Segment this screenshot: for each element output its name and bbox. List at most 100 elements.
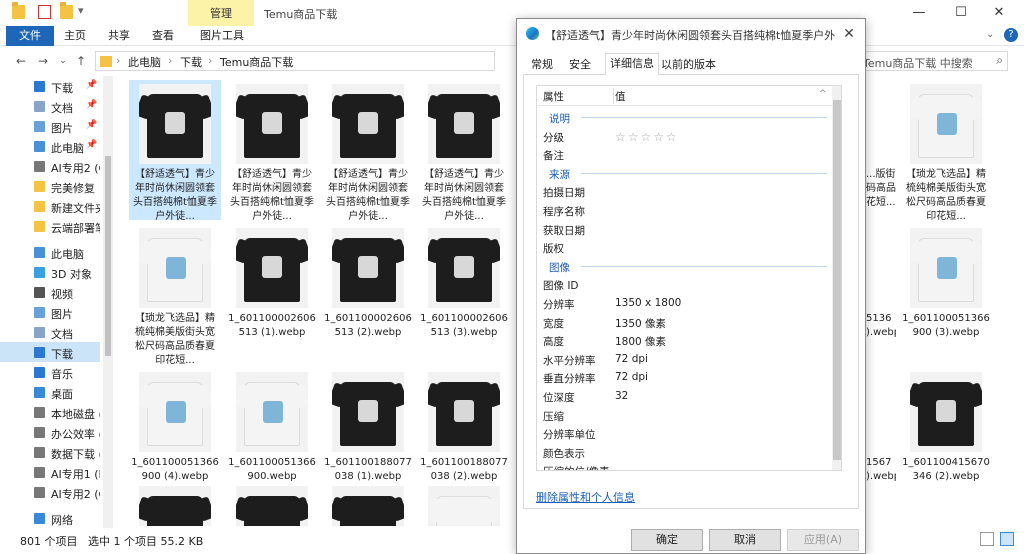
property-row[interactable]: 获取日期 <box>537 220 832 238</box>
sidebar-item[interactable]: 下载 <box>0 342 100 362</box>
recent-locations-icon[interactable]: ⌄ <box>54 52 72 70</box>
cancel-button[interactable]: 取消 <box>709 529 781 551</box>
property-row[interactable]: 版权 <box>537 238 832 256</box>
file-item[interactable]: 【舒适透气】青少年时尚休闲圆领套头百搭纯棉t恤夏季户外徒... <box>322 80 414 222</box>
sidebar-item[interactable]: 办公效率 (I <box>0 422 100 442</box>
properties-quick-icon[interactable] <box>38 5 51 19</box>
sidebar-item[interactable]: 此电脑 <box>0 242 100 262</box>
sidebar-item[interactable]: 3D 对象 <box>0 262 100 282</box>
details-view-icon[interactable] <box>980 532 994 546</box>
dialog-close-button[interactable]: ✕ <box>839 24 859 44</box>
minimize-button[interactable]: — <box>904 3 934 23</box>
property-row[interactable]: 图像 ID <box>537 275 832 293</box>
collapse-up-icon[interactable]: ^ <box>819 89 827 99</box>
tab-home[interactable]: 主页 <box>64 26 86 46</box>
tab-general[interactable]: 常规 <box>527 55 557 75</box>
sidebar-item[interactable]: 完美修复 <box>0 176 100 196</box>
new-folder-quick-icon[interactable] <box>60 2 73 19</box>
ok-button[interactable]: 确定 <box>631 529 703 551</box>
tab-share[interactable]: 共享 <box>108 26 130 46</box>
sidebar-item[interactable]: AI专用2 (G <box>0 482 100 502</box>
file-name[interactable]: 1567 ).webp <box>866 456 896 484</box>
breadcrumb-this-pc[interactable]: 此电脑 <box>128 54 161 70</box>
sidebar-item[interactable]: 视频 <box>0 282 100 302</box>
property-row[interactable]: 水平分辨率 72 dpi <box>537 350 832 368</box>
property-row[interactable]: 颜色表示 <box>537 443 832 461</box>
sidebar-item[interactable]: 图片 <box>0 302 100 322</box>
sidebar-item[interactable]: 云端部署笔 <box>0 216 100 236</box>
file-item[interactable]: 【舒适透气】青少年时尚休闲圆领套头百搭纯棉t恤夏季户外徒... <box>418 80 510 222</box>
forward-arrow-icon[interactable]: → <box>34 52 52 70</box>
file-thumbnail[interactable] <box>332 486 404 526</box>
file-item[interactable]: 【舒适透气】青少年时尚休闲圆领套头百搭纯棉t恤夏季户外徒... <box>129 80 221 222</box>
sidebar-item[interactable]: 数据下载 ( <box>0 442 100 462</box>
breadcrumb-downloads[interactable]: 下载 <box>180 54 202 70</box>
sidebar-item[interactable]: 网络 <box>0 508 100 528</box>
file-item[interactable]: 【舒适透气】青少年时尚休闲圆领套头百搭纯棉t恤夏季户外徒... <box>226 80 318 222</box>
address-bar[interactable]: › 此电脑 › 下载 › Temu商品下载 <box>95 51 495 71</box>
large-icons-view-icon[interactable] <box>1000 532 1014 546</box>
tab-picture-tools[interactable]: 图片工具 <box>200 26 244 46</box>
property-row[interactable]: 分级 ☆☆☆☆☆ <box>537 127 832 145</box>
sidebar-item[interactable]: 音乐 <box>0 362 100 382</box>
ribbon-expand-icon[interactable]: ⌄ <box>986 29 994 40</box>
rating-stars[interactable]: ☆☆☆☆☆ <box>615 130 679 144</box>
property-row[interactable]: 压缩 <box>537 406 832 424</box>
search-input[interactable]: Temu商品下载 中搜索 ⌕ <box>858 51 1008 71</box>
help-icon[interactable]: ? <box>1004 28 1018 42</box>
file-thumbnail[interactable] <box>236 486 308 526</box>
tab-details[interactable]: 详细信息 <box>605 53 659 76</box>
back-arrow-icon[interactable]: ← <box>12 52 30 70</box>
property-row[interactable]: 宽度 1350 像素 <box>537 313 832 331</box>
property-row[interactable]: 分辨率单位 <box>537 424 832 442</box>
file-item[interactable]: 1_601100051366900 (3).webp <box>900 224 992 364</box>
sidebar-item[interactable]: 本地磁盘 ( <box>0 402 100 422</box>
file-item[interactable]: 1_601100415670346 (2).webp <box>900 368 992 508</box>
sidebar-item[interactable]: 下载 📌 <box>0 76 100 96</box>
tab-view[interactable]: 查看 <box>152 26 174 46</box>
sidebar-item[interactable]: AI专用2 (G <box>0 156 100 176</box>
column-header-property[interactable]: 属性 <box>543 89 564 104</box>
maximize-button[interactable]: ☐ <box>946 3 976 23</box>
up-arrow-icon[interactable]: ↑ <box>72 52 90 70</box>
property-row[interactable]: 备注 <box>537 145 832 163</box>
file-item[interactable]: 【琐龙飞选品】精梳纯棉美版街头宽松尺码高品质春夏印花短... <box>900 80 992 222</box>
quick-access-dropdown-icon[interactable]: ▾ <box>78 4 84 17</box>
sidebar-scroll-thumb[interactable] <box>105 156 111 356</box>
sidebar-item[interactable]: 文档 <box>0 322 100 342</box>
file-item[interactable]: 1_601100002606513 (1).webp <box>226 224 318 364</box>
manage-tab[interactable]: 管理 <box>188 0 254 26</box>
file-thumbnail[interactable] <box>139 486 211 526</box>
file-thumbnail[interactable] <box>428 486 500 526</box>
column-divider[interactable] <box>613 88 614 104</box>
file-item[interactable]: 1_601100002606513 (3).webp <box>418 224 510 364</box>
breadcrumb-temu[interactable]: Temu商品下载 <box>220 54 293 70</box>
search-icon[interactable]: ⌕ <box>996 53 1003 68</box>
file-name[interactable]: ...版街 码高品 花短... <box>866 168 896 210</box>
sidebar-scrollbar[interactable] <box>103 76 113 528</box>
sidebar-item[interactable]: 文档 📌 <box>0 96 100 116</box>
column-header-value[interactable]: 值 <box>615 89 626 104</box>
property-row[interactable]: 位深度 32 <box>537 387 832 405</box>
property-row[interactable]: 程序名称 <box>537 201 832 219</box>
property-scroll-thumb[interactable] <box>833 100 841 460</box>
property-row[interactable]: 拍摄日期 <box>537 182 832 200</box>
file-item[interactable]: 【琐龙飞选品】精梳纯棉美版街头宽松尺码高品质春夏印花短... <box>129 224 221 366</box>
tab-previous-versions[interactable]: 以前的版本 <box>657 55 720 75</box>
close-button[interactable]: ✕ <box>984 3 1014 23</box>
property-row[interactable]: 垂直分辨率 72 dpi <box>537 368 832 386</box>
tab-security[interactable]: 安全 <box>565 55 595 75</box>
sidebar-item[interactable]: 图片 📌 <box>0 116 100 136</box>
property-row[interactable]: 分辨率 1350 x 1800 <box>537 294 832 312</box>
file-item[interactable]: 1_601100002606513 (2).webp <box>322 224 414 364</box>
property-row[interactable]: 压缩的位/像素 <box>537 461 832 470</box>
sidebar-item[interactable]: 桌面 <box>0 382 100 402</box>
sidebar-item[interactable]: AI专用1 (F <box>0 462 100 482</box>
property-row[interactable]: 高度 1800 像素 <box>537 331 832 349</box>
property-scrollbar[interactable] <box>832 86 841 470</box>
tab-file[interactable]: 文件 <box>6 26 54 46</box>
remove-properties-link[interactable]: 删除属性和个人信息 <box>536 489 635 505</box>
sidebar-item[interactable]: 新建文件夹 <box>0 196 100 216</box>
apply-button[interactable]: 应用(A) <box>787 529 859 551</box>
file-name[interactable]: 5136 ).webp <box>866 312 896 340</box>
